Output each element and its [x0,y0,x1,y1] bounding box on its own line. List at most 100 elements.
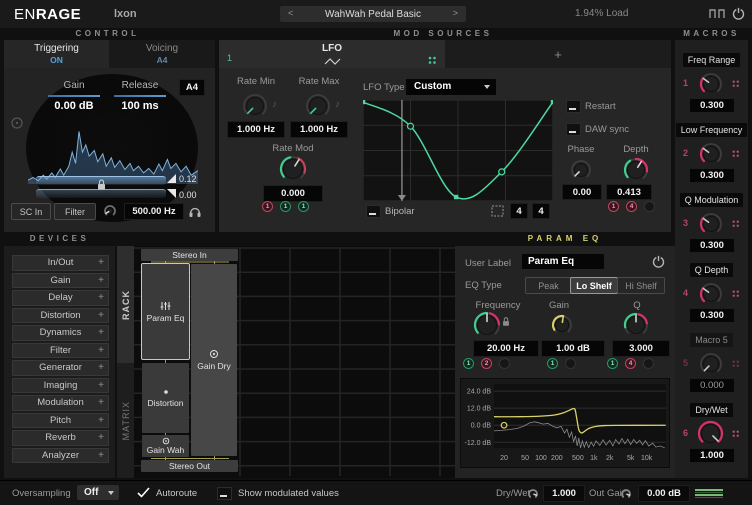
mod-slot-badge[interactable]: 4 [625,358,636,369]
filter-freq-value[interactable]: 500.00 Hz [124,203,184,220]
mod-slot-badge[interactable]: 1 [280,201,291,212]
tab-triggering[interactable]: Triggering ON [4,40,109,68]
add-device-button[interactable]: + [98,326,104,340]
threshold-high-marker[interactable] [167,174,176,183]
add-device-button[interactable]: + [98,431,104,445]
macro-value[interactable]: 0.300 [689,238,735,253]
stereo-in-node[interactable]: Stereo In [141,249,238,261]
eq-gain-knob[interactable] [551,314,573,336]
device-item-filter[interactable]: Filter+ [12,343,109,359]
macro-assign-icon[interactable] [731,429,740,438]
mod-slot-badge[interactable]: 1 [298,201,309,212]
autoroute-label[interactable]: Autoroute [156,488,197,499]
macro-value[interactable]: 0.000 [689,378,735,393]
gain-value[interactable]: 0.00 dB [40,100,108,112]
distortion-node[interactable]: Distortion [142,363,189,433]
add-mod-source-button[interactable]: + [554,47,562,62]
macro-assign-icon[interactable] [731,149,740,158]
loop-x-value[interactable]: 4 [510,203,528,219]
user-label-input[interactable]: Param Eq [522,254,604,269]
preset-name[interactable]: WahWah Pedal Basic [280,6,466,22]
mod-slot-badge[interactable]: 4 [626,201,637,212]
mod-routing-icon[interactable] [427,55,437,65]
preset-next-button[interactable]: > [453,8,458,18]
device-power-icon[interactable] [652,255,665,268]
gain-wah-node[interactable]: Gain Wah [142,435,189,457]
show-modulated-checkbox[interactable] [217,487,232,500]
mod-slot-badge[interactable] [644,201,655,212]
eq-gain-value[interactable]: 1.00 dB [541,340,605,357]
rate-mod-knob[interactable] [279,155,307,183]
drywet-knob[interactable] [527,487,539,499]
frequency-value[interactable]: 20.00 Hz [473,340,539,357]
macro-value[interactable]: 0.300 [689,168,735,183]
macro-knob[interactable] [699,212,723,236]
rate-min-knob[interactable] [242,93,268,119]
device-item-reverb[interactable]: Reverb+ [12,430,109,446]
add-device-button[interactable]: + [98,361,104,375]
device-item-delay[interactable]: Delay+ [12,290,109,306]
threshold-high-value[interactable]: 0.12 [179,174,197,184]
macro-assign-icon[interactable] [731,79,740,88]
device-item-pitch[interactable]: Pitch+ [12,413,109,429]
headphone-icon[interactable] [188,204,202,218]
add-device-button[interactable]: + [98,379,104,393]
eq-response-graph[interactable]: 24.0 dB12.0 dB0.0 dB-12.0 dB205010020050… [460,378,670,468]
trim-knob-icon[interactable] [10,116,24,130]
device-item-generator[interactable]: Generator+ [12,360,109,376]
add-device-button[interactable]: + [98,274,104,288]
drywet-value[interactable]: 1.000 [543,485,585,502]
add-device-button[interactable]: + [98,449,104,463]
gain-slider[interactable] [48,95,100,97]
eq-type-hi-shelf-button[interactable]: Hi Shelf [617,277,665,294]
device-item-analyzer[interactable]: Analyzer+ [12,448,109,464]
lfo-curve-editor[interactable] [363,100,553,201]
rate-mod-value[interactable]: 0.000 [263,185,323,202]
tab-voicing[interactable]: Voicing A4 [109,40,215,68]
mod-slot-badge[interactable]: 1 [607,358,618,369]
macro-assign-icon[interactable] [731,219,740,228]
restart-checkbox[interactable] [566,100,581,113]
add-device-button[interactable]: + [98,256,104,270]
show-modulated-label[interactable]: Show modulated values [238,488,339,499]
mod-slot-badge[interactable]: 1 [463,358,474,369]
lfo-tab[interactable]: 1 LFO [219,40,445,68]
macro-value[interactable]: 1.000 [689,448,735,463]
gain-dry-node[interactable]: Gain Dry [191,264,237,456]
add-device-button[interactable]: + [98,344,104,358]
depth-knob[interactable] [623,157,649,183]
stereo-out-node[interactable]: Stereo Out [141,460,238,472]
lock-icon[interactable] [97,178,106,191]
phase-knob[interactable] [570,159,592,181]
rate-max-value[interactable]: 1.000 Hz [290,121,348,138]
rate-min-value[interactable]: 1.000 Hz [227,121,285,138]
device-item-dynamics[interactable]: Dynamics+ [12,325,109,341]
release-value[interactable]: 100 ms [106,100,174,112]
mod-slot-badge[interactable] [565,358,576,369]
macro-value[interactable]: 0.300 [689,98,735,113]
frequency-knob[interactable] [473,311,501,339]
eq-type-lo-shelf-button[interactable]: Lo Shelf [570,277,618,294]
sc-in-button[interactable]: SC In [11,203,51,220]
filter-freq-knob[interactable] [103,204,117,218]
threshold-low-value[interactable]: 0.00 [179,190,197,200]
macro-knob[interactable] [699,142,723,166]
macro-knob[interactable] [697,420,724,447]
add-device-button[interactable]: + [98,414,104,428]
device-item-in-out[interactable]: In/Out+ [12,255,109,271]
loop-y-value[interactable]: 4 [532,203,550,219]
macro-assign-icon[interactable] [731,289,740,298]
macro-knob[interactable] [699,282,723,306]
mod-slot-badge[interactable]: 1 [547,358,558,369]
device-item-imaging[interactable]: Imaging+ [12,378,109,394]
oversampling-dropdown[interactable]: Off [77,485,119,500]
add-device-button[interactable]: + [98,396,104,410]
rate-min-note-icon[interactable]: ♪ [272,99,277,110]
mod-slot-badge[interactable]: 1 [262,201,273,212]
release-slider[interactable] [114,95,166,97]
device-item-gain[interactable]: Gain+ [12,273,109,289]
note-button[interactable]: A4 [179,79,205,96]
macro-assign-icon[interactable] [731,359,740,368]
device-item-distortion[interactable]: Distortion+ [12,308,109,324]
macro-value[interactable]: 0.300 [689,308,735,323]
